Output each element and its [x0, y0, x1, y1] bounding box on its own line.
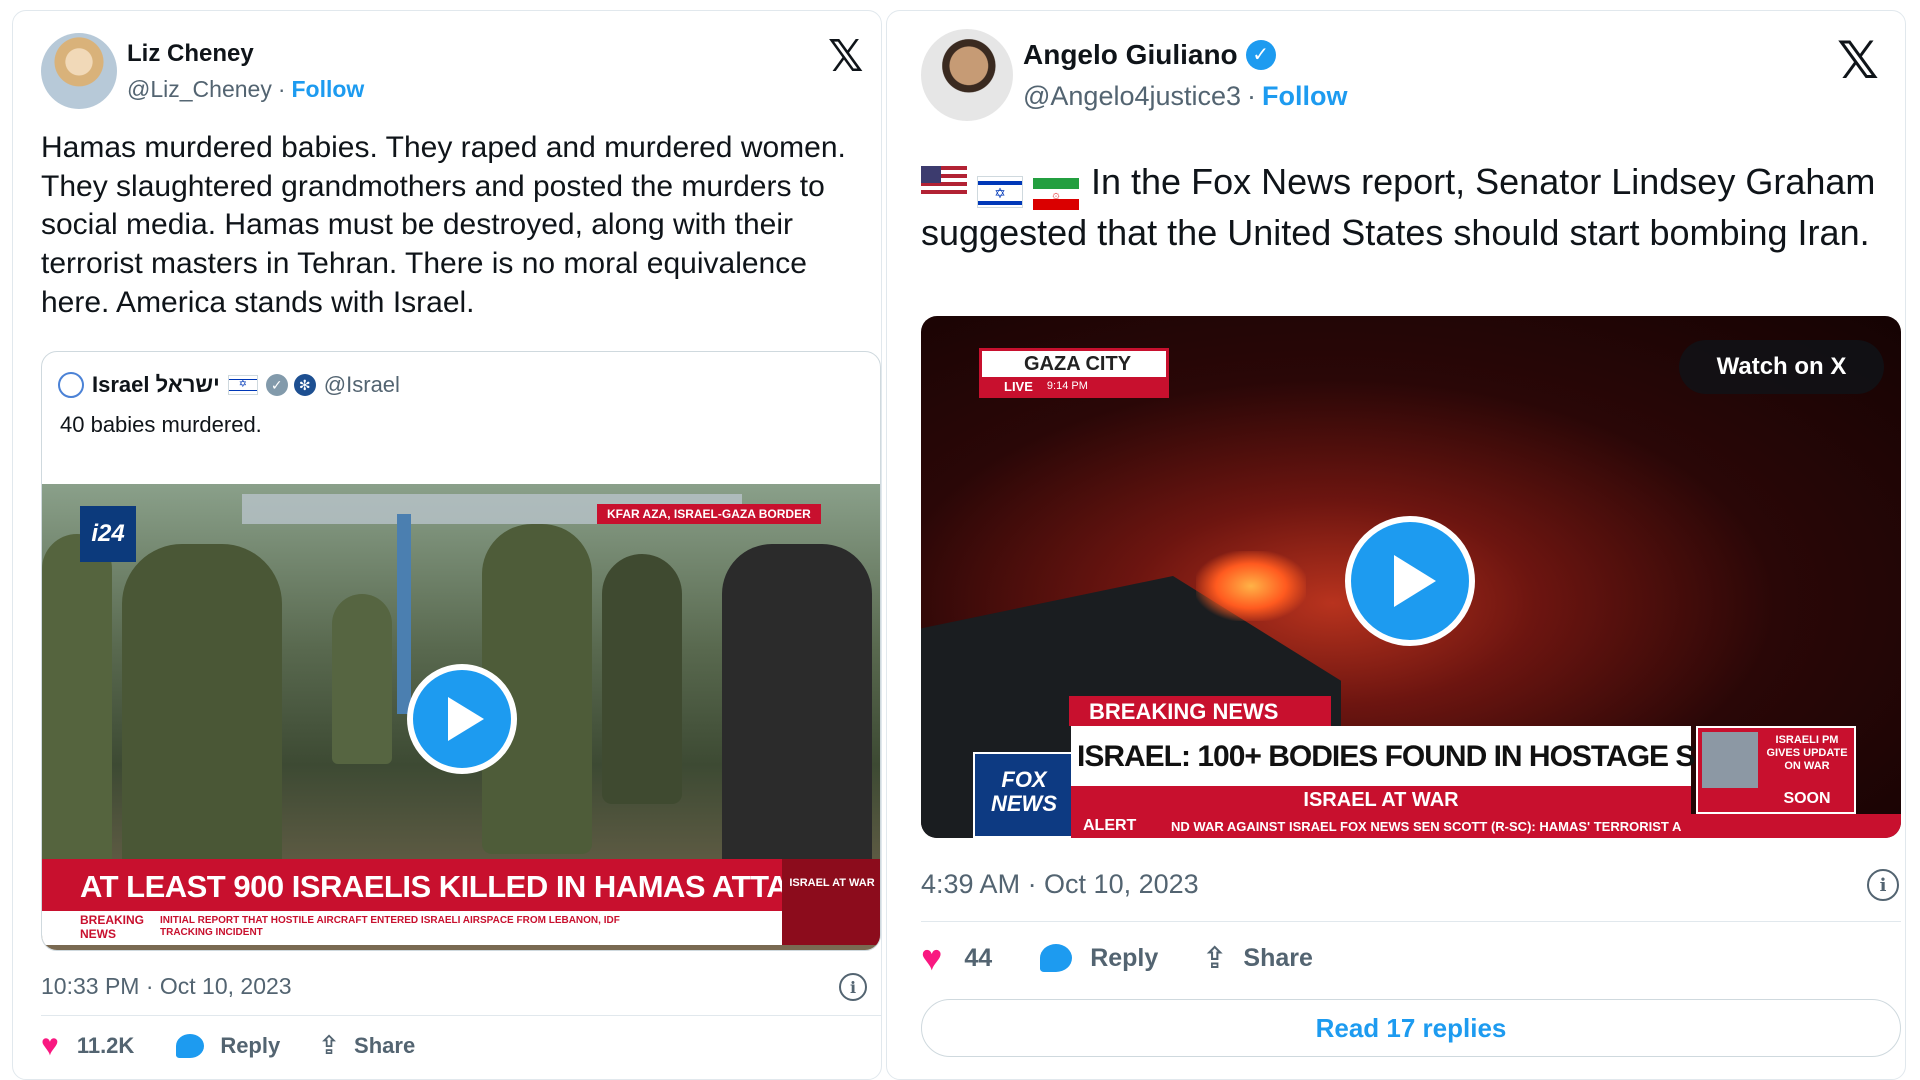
breaking-label: BREAKING NEWS [1069, 696, 1331, 726]
follow-button[interactable]: Follow [292, 76, 365, 102]
soldier-shape [122, 544, 282, 874]
quoted-text: 40 babies murdered. [60, 412, 262, 437]
tweet-text-block: ✡ ۞ In the Fox News report, Senator Lindse… [921, 159, 1881, 256]
author-handle[interactable]: @Angelo4justice3 [1023, 81, 1241, 111]
divider [41, 1015, 881, 1016]
tweet-video[interactable]: GAZA CITY LIVE 9:14 PM Watch on X BREAKI… [921, 316, 1901, 838]
reply-label: Reply [220, 1033, 281, 1058]
fox-news-logo-text: FOX NEWS [991, 767, 1057, 816]
separator: · [277, 75, 286, 102]
fire-shape [1196, 551, 1306, 621]
ticker-text: ND WAR AGAINST ISRAEL FOX NEWS SEN SCOTT… [1171, 819, 1682, 834]
side-badge: ISRAELI PM GIVES UPDATE ON WAR SOON [1696, 726, 1856, 814]
side-badge-soon: SOON [1783, 790, 1831, 807]
quoted-author-handle: @Israel [323, 372, 400, 397]
share-button[interactable]: ⇪ Share [1202, 941, 1313, 976]
location-box: GAZA CITY LIVE 9:14 PM [979, 348, 1169, 398]
soldier-shape [332, 594, 392, 764]
timestamp[interactable]: 10:33 PM · Oct 10, 2023 [41, 973, 292, 1000]
avatar[interactable] [41, 33, 117, 109]
reply-icon [1040, 944, 1073, 972]
x-logo-icon[interactable]: 𝕏 [1837, 31, 1879, 91]
video-headline: ISRAEL: 100+ BODIES FOUND IN HOSTAGE STA… [1071, 726, 1829, 786]
live-time: 9:14 PM [1046, 380, 1088, 392]
tweet-header: Angelo Giuliano ✓ @Angelo4justice3 · Follo… [921, 29, 1348, 121]
tweet-card-angelo-giuliano: Angelo Giuliano ✓ @Angelo4justice3 · Follo… [886, 10, 1906, 1080]
us-flag-icon [921, 166, 967, 198]
ticker-text: INITIAL REPORT THAT HOSTILE AIRCRAFT ENT… [160, 915, 620, 938]
tweet-card-liz-cheney: Liz Cheney @Liz_Cheney · Follow 𝕏 Hamas mu… [12, 10, 882, 1080]
quoted-author-name: Israel ישראל [92, 372, 220, 397]
quoted-video[interactable]: i24 KFAR AZA, ISRAEL-GAZA BORDER AT LEAS… [42, 484, 880, 950]
like-count: 44 [964, 943, 993, 972]
ticker-bar: ALERT ND WAR AGAINST ISRAEL FOX NEWS SEN… [1071, 814, 1901, 838]
share-label: Share [354, 1033, 416, 1058]
action-bar: ♥ 44 Reply ⇪ Share [921, 937, 1313, 979]
avatar[interactable] [921, 29, 1013, 121]
quoted-avatar-icon [58, 372, 84, 398]
share-label: Share [1243, 943, 1313, 972]
play-button[interactable] [407, 664, 517, 774]
soldier-shape [42, 534, 112, 874]
israel-flag-icon: ✡ [977, 176, 1023, 208]
read-replies-button[interactable]: Read 17 replies [921, 999, 1901, 1057]
iran-flag-icon: ۞ [1033, 178, 1079, 210]
video-subheadline: ISRAEL AT WAR [1071, 786, 1691, 814]
follow-button[interactable]: Follow [1262, 81, 1347, 111]
verified-badge-icon: ✓ [1245, 39, 1276, 70]
blue-pole [397, 514, 411, 714]
timestamp[interactable]: 4:39 AM · Oct 10, 2023 [921, 869, 1199, 900]
reply-icon [176, 1034, 205, 1058]
government-badge-icon: ✻ [293, 374, 316, 396]
info-icon[interactable]: i [1867, 869, 1899, 901]
location-label: GAZA CITY [1024, 353, 1132, 375]
verified-gray-icon: ✓ [265, 374, 288, 396]
quoted-header: Israel ישראל ✡ ✓ ✻ @Israel [58, 372, 400, 398]
reply-button[interactable]: Reply [1040, 944, 1158, 973]
divider [921, 921, 1901, 922]
pm-portrait [1702, 732, 1758, 788]
alert-label: ALERT [1083, 817, 1137, 834]
breaking-label: BREAKING NEWS [80, 913, 145, 941]
author-handle[interactable]: @Liz_Cheney [127, 76, 272, 102]
quoted-tweet[interactable]: Israel ישראל ✡ ✓ ✻ @Israel 40 babies mur… [41, 351, 881, 951]
share-icon: ⇪ [1202, 940, 1228, 976]
share-button[interactable]: ⇪ Share [318, 1031, 415, 1061]
cameraman-shape [722, 544, 872, 874]
location-banner: KFAR AZA, ISRAEL-GAZA BORDER [597, 504, 821, 524]
live-label: LIVE [1004, 378, 1033, 394]
like-count: 11.2K [76, 1033, 135, 1058]
side-badge-text: ISRAELI PM GIVES UPDATE ON WAR [1766, 734, 1848, 772]
video-headline: AT LEAST 900 ISRAELIS KILLED IN HAMAS AT… [42, 859, 832, 911]
author-name[interactable]: Angelo Giuliano [1023, 39, 1238, 71]
x-logo-icon[interactable]: 𝕏 [828, 31, 863, 82]
israel-flag-icon: ✡ [227, 375, 258, 395]
heart-icon: ♥ [921, 937, 943, 978]
side-badge: ISRAEL AT WAR [782, 859, 880, 945]
info-icon[interactable]: i [839, 973, 867, 1001]
share-icon: ⇪ [318, 1031, 341, 1061]
tweet-header: Liz Cheney @Liz_Cheney · Follow [41, 33, 364, 109]
watch-on-x-button[interactable]: Watch on X [1679, 340, 1884, 394]
author-name[interactable]: Liz Cheney [127, 40, 364, 68]
ticker-bar: BREAKING NEWS INITIAL REPORT THAT HOSTIL… [42, 911, 782, 945]
soldier-shape [602, 554, 682, 804]
play-button[interactable] [1345, 516, 1475, 646]
heart-icon: ♥ [41, 1029, 59, 1062]
channel-logo: i24 [80, 506, 136, 562]
action-bar: ♥ 11.2K Reply ⇪ Share [41, 1029, 415, 1063]
separator: · [1247, 80, 1257, 111]
live-bar: LIVE 9:14 PM [982, 377, 1166, 395]
tweet-text: Hamas murdered babies. They raped and mu… [41, 131, 846, 319]
reply-button[interactable]: Reply [176, 1033, 280, 1059]
like-button[interactable]: ♥ 44 [921, 937, 992, 979]
like-button[interactable]: ♥ 11.2K [41, 1029, 134, 1063]
fox-news-logo: FOX NEWS [973, 752, 1073, 838]
reply-label: Reply [1090, 943, 1159, 972]
